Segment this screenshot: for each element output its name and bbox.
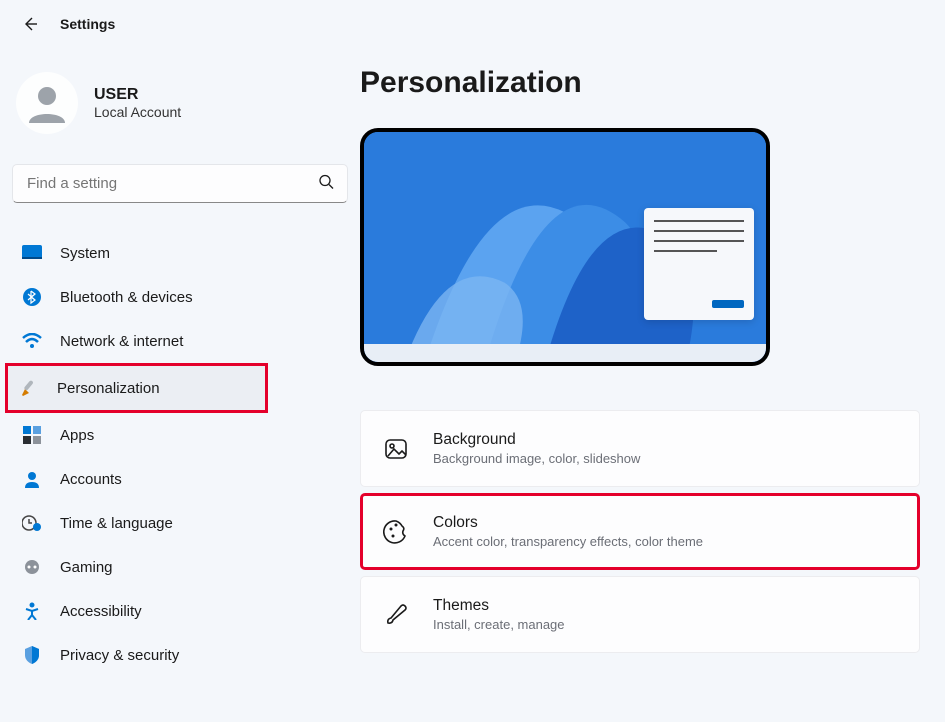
sidebar-item-accessibility[interactable]: Accessibility <box>8 589 352 633</box>
option-background[interactable]: Background Background image, color, slid… <box>360 410 920 487</box>
paintbrush-icon <box>19 378 39 398</box>
main-container: USER Local Account System Bluetooth & de… <box>0 42 945 720</box>
avatar <box>16 72 78 134</box>
option-themes[interactable]: Themes Install, create, manage <box>360 576 920 653</box>
taskbar-preview <box>364 344 766 362</box>
image-icon <box>383 436 409 462</box>
sidebar-item-label: Bluetooth & devices <box>60 289 193 306</box>
sidebar-item-gaming[interactable]: Gaming <box>8 545 352 589</box>
option-colors[interactable]: Colors Accent color, transparency effect… <box>360 493 920 570</box>
sidebar-item-apps[interactable]: Apps <box>8 413 352 457</box>
user-name: USER <box>94 86 181 104</box>
accessibility-icon <box>22 601 42 621</box>
palette-icon <box>383 519 409 545</box>
bluetooth-icon <box>22 287 42 307</box>
back-arrow-icon <box>22 16 38 32</box>
option-subtitle: Install, create, manage <box>433 617 565 632</box>
back-button[interactable] <box>20 14 40 34</box>
search-box <box>12 164 348 203</box>
sidebar-item-time-language[interactable]: Time & language <box>8 501 352 545</box>
search-input[interactable] <box>12 164 348 203</box>
wifi-icon <box>22 331 42 351</box>
user-icon <box>23 79 71 127</box>
sidebar-item-personalization[interactable]: Personalization <box>5 363 268 413</box>
sidebar-item-system[interactable]: System <box>8 231 352 275</box>
desktop-preview[interactable] <box>360 128 770 366</box>
accent-chip <box>712 300 744 308</box>
user-block[interactable]: USER Local Account <box>8 60 352 146</box>
sidebar-item-label: Accessibility <box>60 603 142 620</box>
page-title: Personalization <box>360 66 920 100</box>
sidebar-item-label: Privacy & security <box>60 647 179 664</box>
apps-icon <box>22 425 42 445</box>
sidebar-item-bluetooth[interactable]: Bluetooth & devices <box>8 275 352 319</box>
shield-icon <box>22 645 42 665</box>
main-content: Personalization Background Backgrou <box>360 42 945 720</box>
sidebar-item-accounts[interactable]: Accounts <box>8 457 352 501</box>
user-account-type: Local Account <box>94 104 181 120</box>
header-title: Settings <box>60 16 115 32</box>
person-icon <box>22 469 42 489</box>
sidebar: USER Local Account System Bluetooth & de… <box>0 42 360 720</box>
gamepad-icon <box>22 557 42 577</box>
sidebar-item-label: System <box>60 245 110 262</box>
app-header: Settings <box>0 0 945 42</box>
theme-preview-card <box>644 208 754 320</box>
sidebar-item-label: Time & language <box>60 515 173 532</box>
search-icon[interactable] <box>318 173 334 194</box>
sidebar-item-label: Network & internet <box>60 333 183 350</box>
sidebar-item-label: Apps <box>60 427 94 444</box>
system-icon <box>22 243 42 263</box>
option-title: Colors <box>433 514 703 532</box>
option-subtitle: Accent color, transparency effects, colo… <box>433 534 703 549</box>
sidebar-item-privacy[interactable]: Privacy & security <box>8 633 352 677</box>
sidebar-item-label: Accounts <box>60 471 122 488</box>
sidebar-item-label: Gaming <box>60 559 113 576</box>
option-subtitle: Background image, color, slideshow <box>433 451 640 466</box>
option-title: Background <box>433 431 640 449</box>
sidebar-item-label: Personalization <box>57 380 160 397</box>
clock-globe-icon <box>22 513 42 533</box>
option-title: Themes <box>433 597 565 615</box>
sidebar-item-network[interactable]: Network & internet <box>8 319 352 363</box>
brush-icon <box>383 602 409 628</box>
